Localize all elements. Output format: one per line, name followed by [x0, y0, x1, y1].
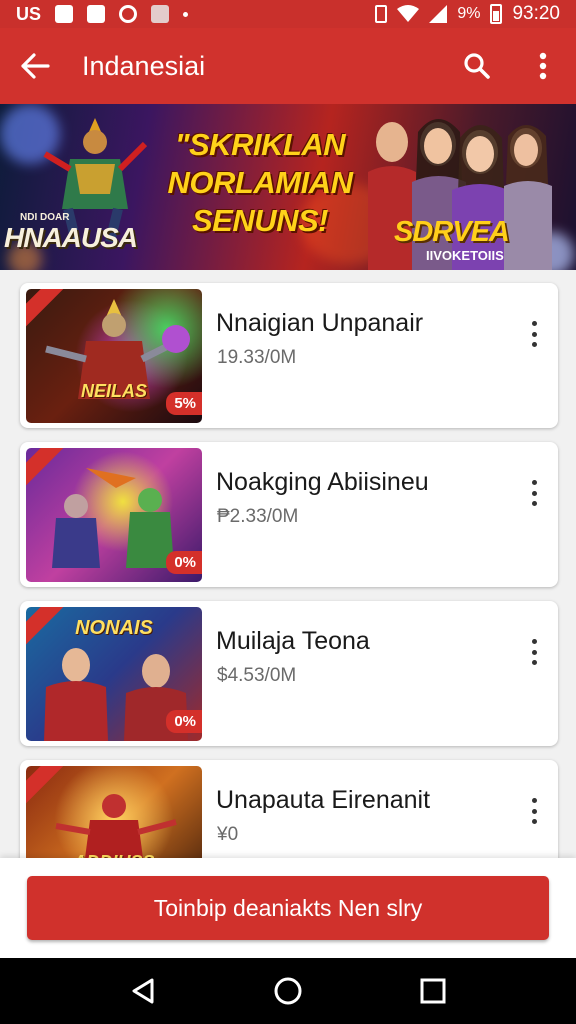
item-more-button[interactable]	[520, 476, 548, 510]
sync-icon	[119, 5, 138, 23]
nav-back-icon	[132, 978, 154, 1004]
nav-home-icon	[274, 977, 302, 1005]
more-vert-icon	[539, 52, 547, 80]
more-notifications-icon	[183, 11, 189, 17]
item-title: Muilaja Teona	[216, 627, 370, 655]
battery-icon	[490, 4, 503, 24]
signal-icon	[429, 5, 448, 23]
game-thumbnail: NEILAS 5%	[26, 289, 202, 423]
vibrate-icon	[375, 5, 388, 23]
game-thumbnail: NONAIS 0%	[26, 607, 202, 741]
app-bar: Indanesiai	[0, 28, 576, 104]
banner-headline-line2: NORLAMIAN	[167, 165, 353, 200]
banner-brand-subtitle: IIVOKETOIIS	[426, 248, 504, 263]
notification-icon	[55, 5, 74, 23]
wifi-icon	[397, 5, 420, 22]
back-button[interactable]	[0, 28, 70, 104]
more-options-button[interactable]	[510, 28, 576, 104]
item-more-button[interactable]	[520, 317, 548, 351]
page-title: Indanesiai	[82, 50, 206, 81]
app-notification-icon	[151, 5, 170, 23]
back-arrow-icon	[21, 53, 50, 79]
bottom-action-bar: Toinbip deaniakts Nen slry	[0, 858, 576, 958]
item-title: Nnaigian Unpanair	[216, 309, 424, 337]
nav-recents-button[interactable]	[403, 966, 463, 1016]
item-price: 19.33/0M	[217, 347, 297, 368]
banner-headline-line1: "SKRIKLAN	[174, 127, 346, 162]
list-item[interactable]: NEILAS 5% Nnaigian Unpanair 19.33/0M	[20, 283, 558, 428]
primary-action-button[interactable]: Toinbip deaniakts Nen slry	[27, 876, 549, 940]
item-title: Noakging Abiisineu	[216, 468, 429, 496]
carrier-label: US	[16, 3, 42, 24]
banner-headline: "SKRIKLAN NORLAMIAN SENUNS!	[160, 126, 360, 240]
item-more-button[interactable]	[520, 635, 548, 669]
clock: 93:20	[512, 3, 560, 24]
banner-headline-line3: SENUNS!	[191, 203, 329, 238]
status-bar: US 9% 93:20	[0, 0, 576, 28]
search-icon	[464, 53, 490, 79]
list-item[interactable]: 0% Noakging Abiisineu ₱2.33/0M	[20, 442, 558, 587]
search-button[interactable]	[444, 28, 510, 104]
discount-badge: 0%	[166, 551, 202, 574]
item-more-button[interactable]	[520, 794, 548, 828]
nav-recents-icon	[420, 978, 446, 1004]
list-item[interactable]: NONAIS 0% Muilaja Teona $4.53/0M	[20, 601, 558, 746]
item-price: $4.53/0M	[217, 665, 297, 686]
item-title: Unapauta Eirenanit	[216, 786, 431, 814]
item-price: ¥0	[217, 824, 239, 845]
nav-back-button[interactable]	[113, 966, 173, 1016]
game-thumbnail: 0%	[26, 448, 202, 582]
image-notification-icon	[87, 5, 106, 23]
system-nav-bar	[0, 958, 576, 1024]
banner-brand-logo: SDRVEA	[394, 216, 510, 248]
item-price: ₱2.33/0M	[217, 506, 299, 527]
thumbnail-title: NONAIS	[75, 617, 153, 639]
nav-home-button[interactable]	[258, 966, 318, 1016]
discount-badge: 5%	[166, 392, 202, 415]
banner-game-logo: HNAAUSA	[4, 222, 138, 253]
discount-badge: 0%	[166, 710, 202, 733]
promo-banner[interactable]: NDI DOAR HNAAUSA "SKRIKLAN NORLAMIAN SEN…	[0, 104, 576, 270]
battery-percent: 9%	[457, 5, 481, 22]
